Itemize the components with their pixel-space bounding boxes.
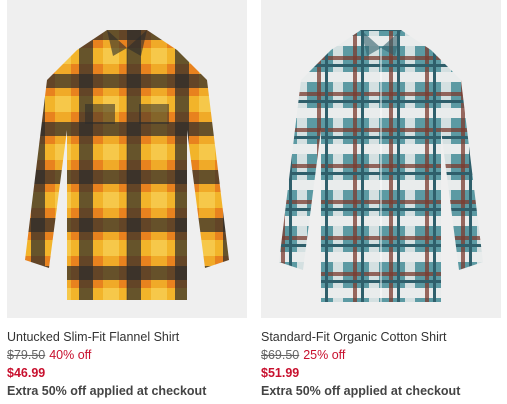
product-card[interactable]: Standard-Fit Organic Cotton Shirt $69.50… — [261, 0, 501, 399]
flannel-shirt-image — [7, 0, 247, 318]
plaid-shirt-image — [261, 0, 501, 318]
original-price: $79.50 — [7, 348, 46, 362]
sale-price: $51.99 — [261, 366, 300, 380]
price-row: $69.50 25% off — [261, 348, 501, 363]
promo-text: Extra 50% off applied at checkout — [7, 384, 207, 398]
product-grid: Untucked Slim-Fit Flannel Shirt $79.50 40… — [0, 0, 507, 404]
product-image-link[interactable] — [261, 0, 501, 318]
product-card[interactable]: Untucked Slim-Fit Flannel Shirt $79.50 40… — [7, 0, 247, 399]
product-name[interactable]: Standard-Fit Organic Cotton Shirt — [261, 330, 501, 345]
sale-price: $46.99 — [7, 366, 46, 380]
discount-label: 25% off — [303, 348, 346, 362]
product-image-link[interactable] — [7, 0, 247, 318]
product-name[interactable]: Untucked Slim-Fit Flannel Shirt — [7, 330, 247, 345]
discount-label: 40% off — [49, 348, 92, 362]
original-price: $69.50 — [261, 348, 300, 362]
promo-text: Extra 50% off applied at checkout — [261, 384, 461, 398]
price-row: $79.50 40% off — [7, 348, 247, 363]
